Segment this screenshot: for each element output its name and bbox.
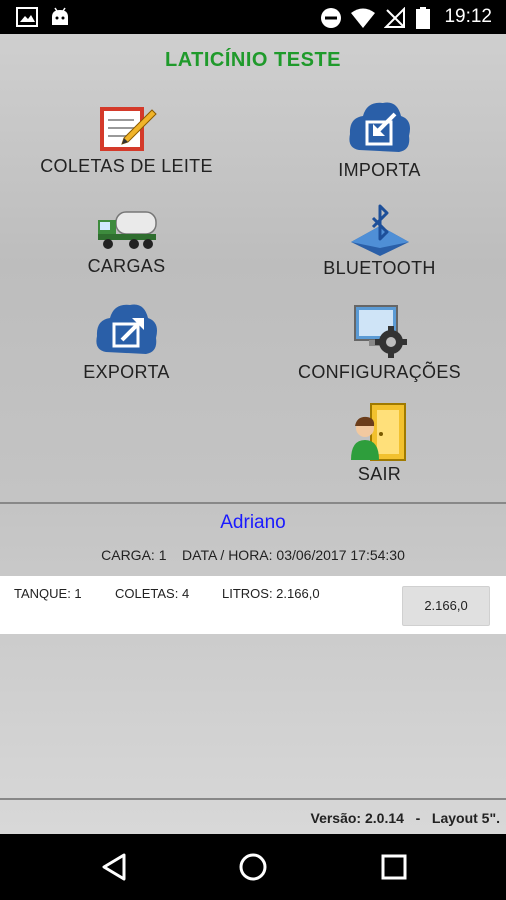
menu-label: COLETAS DE LEITE xyxy=(40,156,213,176)
home-icon[interactable] xyxy=(238,852,268,882)
menu-configuracoes[interactable]: CONFIGURAÇÕES xyxy=(253,302,506,383)
divider xyxy=(0,502,506,504)
clock: 19:12 xyxy=(444,6,492,27)
tank-litros: LITROS: 2.166,0 xyxy=(222,586,320,601)
tank-row[interactable]: TANQUE: 1 COLETAS: 4 LITROS: 2.166,0 2.1… xyxy=(0,576,506,634)
menu-label: IMPORTA xyxy=(338,160,421,180)
footer: Versão: 2.0.14 - Layout 5". xyxy=(0,800,506,834)
exit-door-icon xyxy=(350,403,406,461)
menu-cargas[interactable]: CARGAS xyxy=(0,206,253,277)
settings-gear-icon xyxy=(353,305,407,358)
menu-exporta[interactable]: EXPORTA xyxy=(0,300,253,383)
bluetooth-icon xyxy=(350,204,409,256)
tank-liters-button[interactable]: 2.166,0 xyxy=(402,586,490,626)
cloud-import-icon xyxy=(348,102,410,152)
menu-coletas-de-leite[interactable]: COLETAS DE LEITE xyxy=(0,104,253,177)
menu-importa[interactable]: IMPORTA xyxy=(253,98,506,181)
page-title: LATICÍNIO TESTE xyxy=(164,49,341,71)
menu-bluetooth[interactable]: BLUETOOTH xyxy=(253,204,506,279)
wifi-icon xyxy=(351,8,375,28)
menu-label: BLUETOOTH xyxy=(323,258,436,278)
no-signal-icon xyxy=(384,7,405,28)
menu-label: CONFIGURAÇÕES xyxy=(298,362,461,382)
cloud-export-icon xyxy=(95,304,157,354)
tank-number: TANQUE: 1 xyxy=(14,586,82,601)
back-icon[interactable] xyxy=(100,852,128,882)
clipboard-pencil-icon xyxy=(99,107,157,151)
navigation-bar xyxy=(0,834,506,900)
tank-coletas: COLETAS: 4 xyxy=(115,586,190,601)
main-screen: LATICÍNIO TESTE COLETAS DE LEITE IMPORTA xyxy=(0,34,506,834)
image-icon xyxy=(16,7,38,27)
menu-sair[interactable]: SAIR xyxy=(253,402,506,485)
user-name: Adriano xyxy=(220,512,286,533)
version-label: Versão: 2.0.14 - Layout 5". xyxy=(310,810,501,826)
status-bar: 19:12 xyxy=(0,0,506,34)
do-not-disturb-icon xyxy=(321,8,341,28)
battery-icon xyxy=(416,7,430,29)
tanker-truck-icon xyxy=(97,211,157,249)
android-icon xyxy=(52,7,68,25)
menu-label: EXPORTA xyxy=(83,362,170,382)
menu-label: CARGAS xyxy=(87,256,166,276)
menu-label: SAIR xyxy=(357,464,402,484)
carga-info: CARGA: 1 DATA / HORA: 03/06/2017 17:54:3… xyxy=(101,547,405,563)
recents-icon[interactable] xyxy=(380,853,408,881)
